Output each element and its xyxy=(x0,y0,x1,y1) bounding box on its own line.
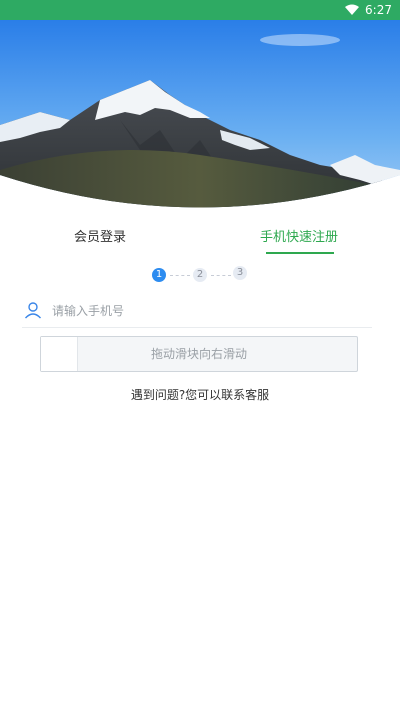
user-icon xyxy=(24,301,42,319)
slider-handle[interactable] xyxy=(41,337,78,371)
tab-phone-register[interactable]: 手机快速注册 xyxy=(260,224,338,254)
step-indicator: 1 2 3 xyxy=(0,266,400,284)
step-3: 3 xyxy=(233,266,247,280)
slider-label: 拖动滑块向右滑动 xyxy=(150,347,247,361)
step-connector xyxy=(211,275,231,276)
mountain-image xyxy=(0,20,400,208)
tab-member-login[interactable]: 会员登录 xyxy=(60,224,140,254)
active-tab-indicator xyxy=(266,252,334,254)
status-bar: 6:27 xyxy=(0,0,400,20)
wifi-icon xyxy=(345,4,360,16)
step-connector xyxy=(170,275,190,276)
hero-banner xyxy=(0,20,400,215)
phone-field-row xyxy=(22,295,372,328)
help-contact-link[interactable]: 遇到问题?您可以联系客服 xyxy=(0,386,400,403)
slide-verify[interactable]: 拖动滑块向右滑动 xyxy=(40,336,358,372)
status-right: 6:27 xyxy=(345,2,392,18)
step-2: 2 xyxy=(193,268,207,282)
tab-bar: 会员登录 手机快速注册 xyxy=(0,218,400,258)
status-time: 6:27 xyxy=(365,3,392,17)
phone-input[interactable] xyxy=(50,299,354,323)
step-1: 1 xyxy=(152,268,166,282)
